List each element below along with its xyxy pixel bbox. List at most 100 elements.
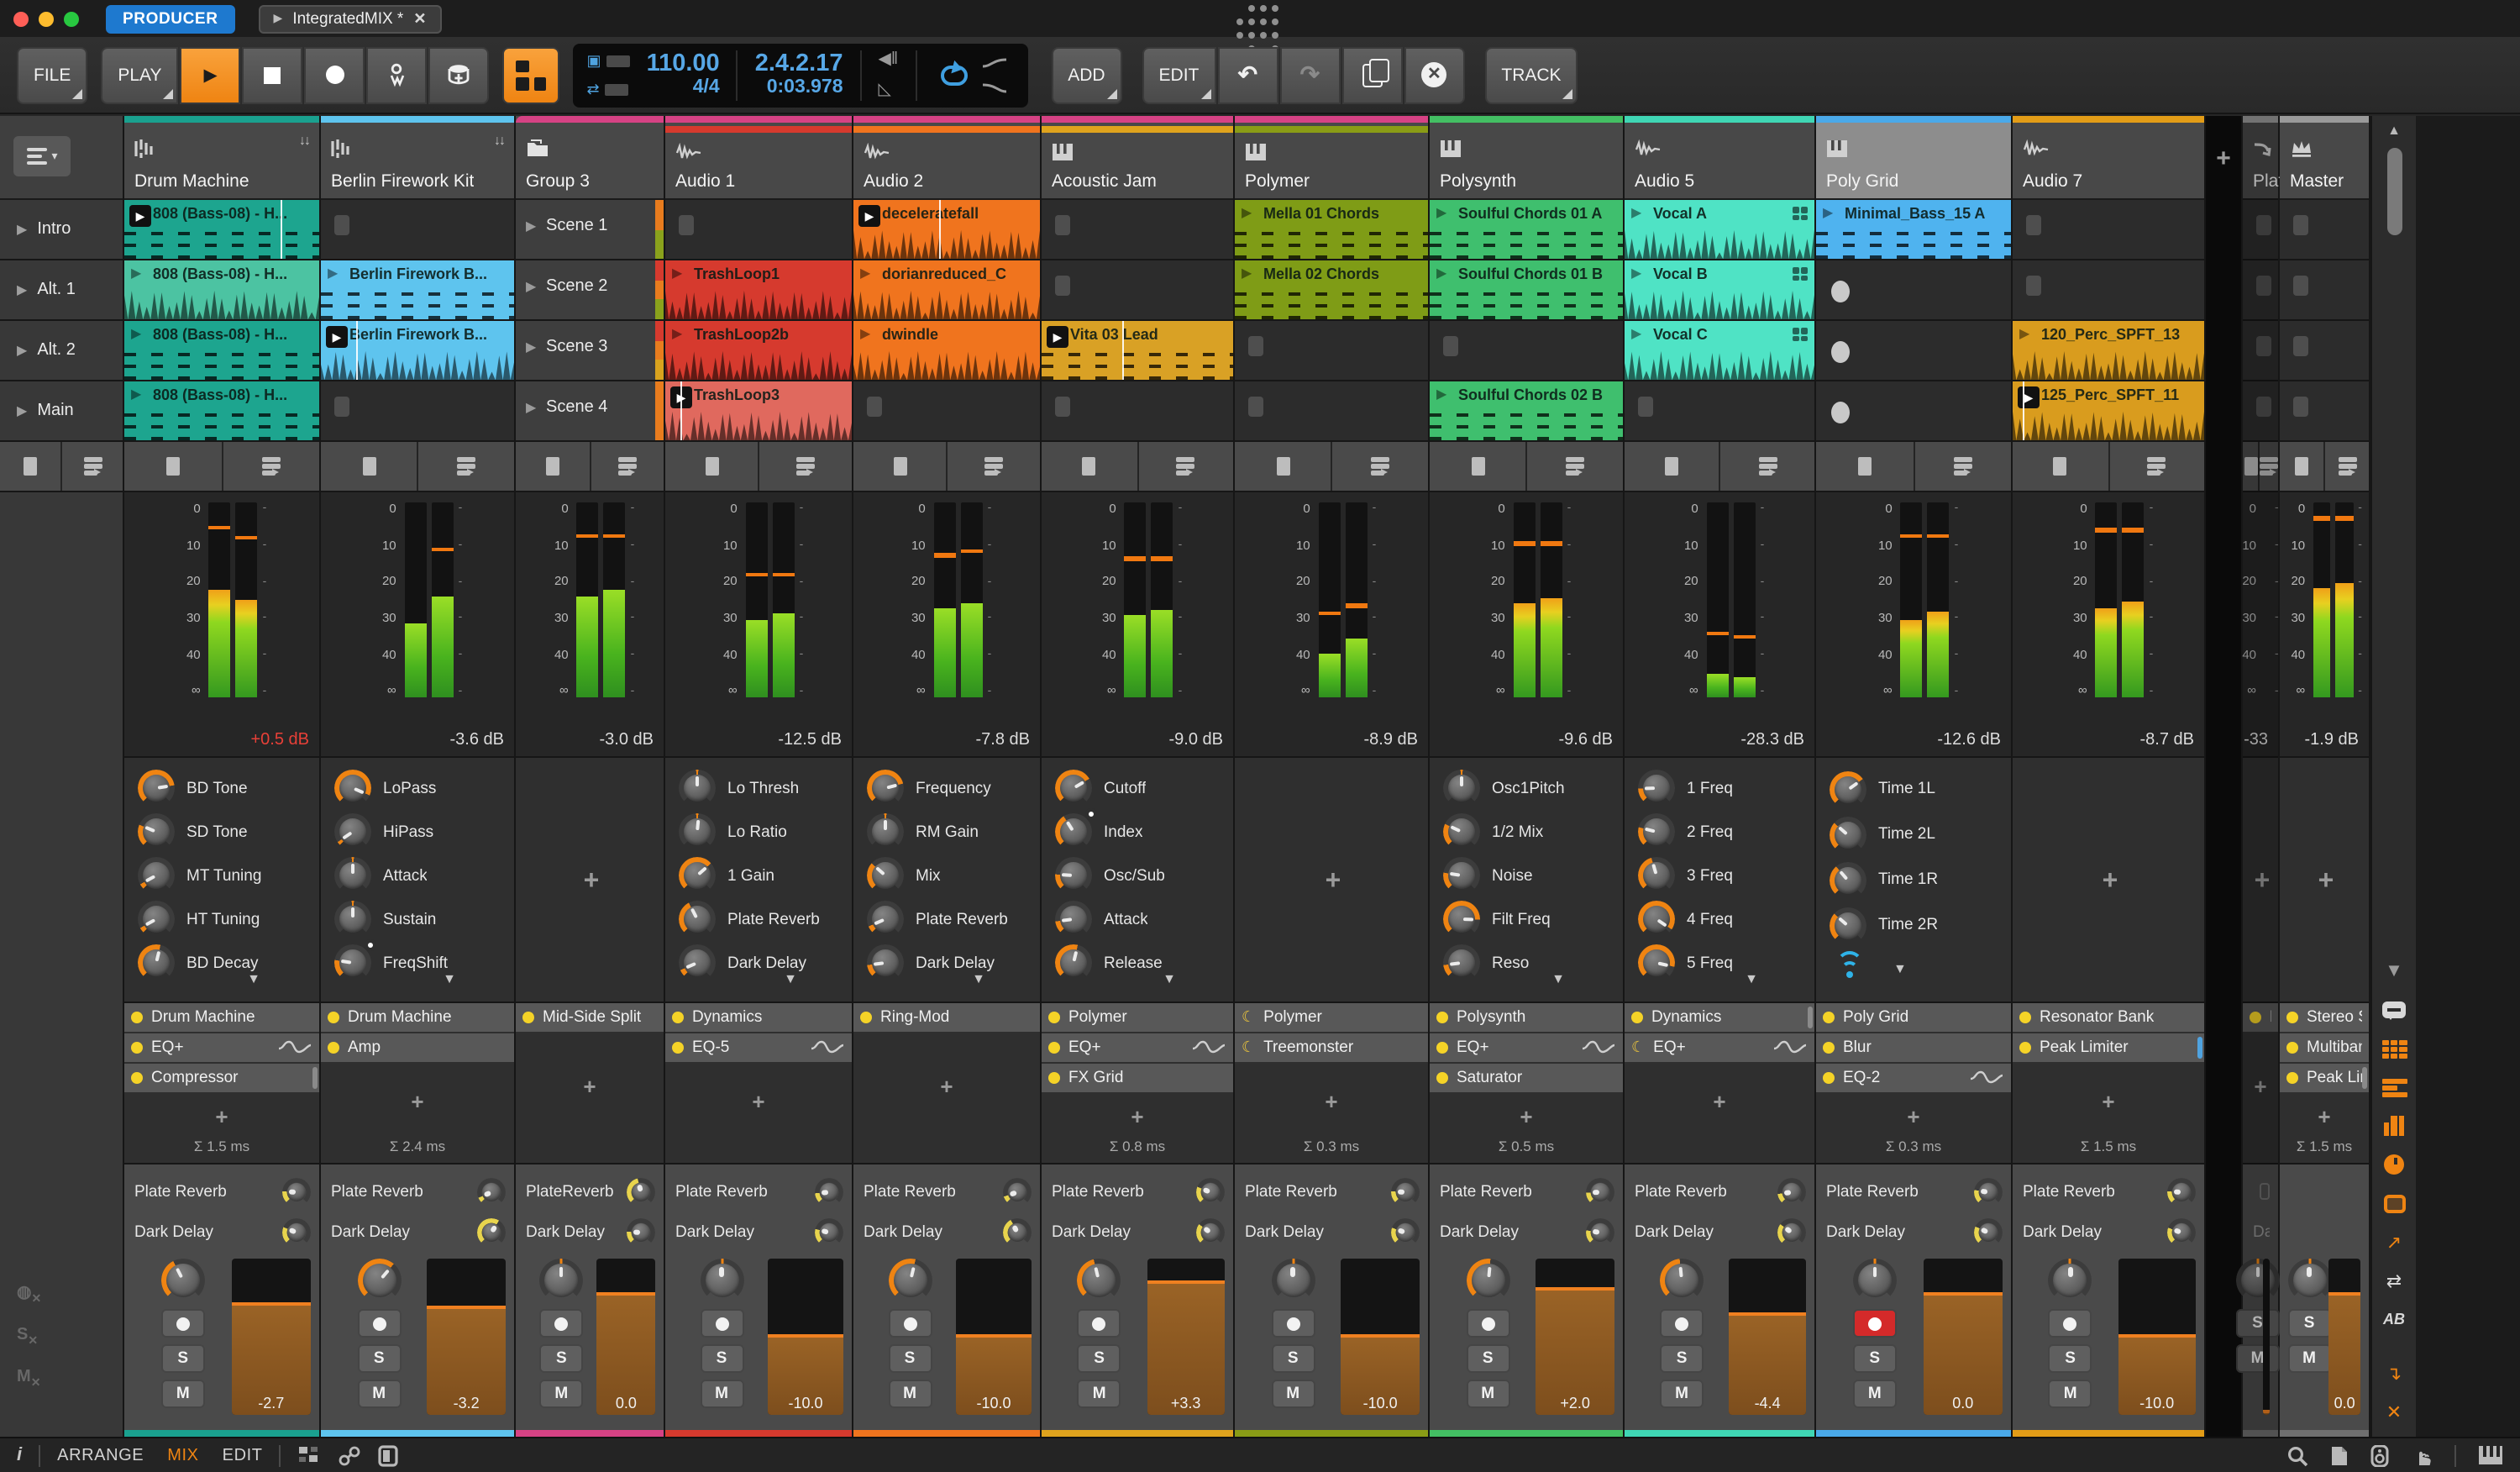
clip-clip[interactable]: ▶ Berlin Firework B... (321, 260, 514, 321)
fader-value[interactable]: -4.4 (1729, 1395, 1806, 1412)
clip-clip[interactable]: ▶ dorianreduced_C (853, 260, 1040, 321)
macro-knob-5-freq[interactable] (1638, 944, 1675, 981)
scene-play-icon[interactable]: ▶ (526, 339, 536, 355)
macro-knob-filt-freq[interactable] (1443, 901, 1480, 938)
send-knob[interactable] (1003, 1217, 1032, 1246)
scene-row-3[interactable]: ▶ Main (0, 381, 123, 442)
expand-triangle-icon[interactable]: ▼ (1745, 971, 1758, 986)
clip-slot-empty[interactable] (1430, 321, 1623, 381)
clip-clip[interactable]: ▶ 808 (Bass-08) - H... (124, 321, 319, 381)
record-button[interactable] (304, 46, 365, 103)
track-name[interactable]: Master (2290, 171, 2344, 192)
device-scrollbar[interactable] (2197, 1037, 2202, 1059)
device-on-icon[interactable] (1436, 1042, 1448, 1054)
device-scrollbar[interactable] (2362, 1067, 2367, 1089)
clip-slot-empty[interactable] (2280, 321, 2369, 381)
send-knob[interactable] (1777, 1177, 1806, 1206)
position-time[interactable]: 0:03.978 (767, 77, 843, 97)
macro-knob-release[interactable] (1055, 944, 1092, 981)
meter-db-value[interactable]: -12.6 dB (1937, 731, 2001, 749)
scene-play-icon[interactable]: ▶ (17, 282, 27, 297)
macro-knob-index[interactable] (1055, 808, 1097, 850)
clip-slot-empty[interactable] (321, 200, 514, 260)
clip-playing[interactable]: ▶ 808 (Bass-08) - H... (124, 200, 319, 260)
document-tab[interactable]: ▶ IntegratedMIX * ✕ (258, 4, 442, 33)
pan-knob[interactable] (2235, 1259, 2280, 1302)
macro-knob-sd-tone[interactable] (138, 813, 175, 850)
scene-play-icon[interactable]: ▶ (17, 403, 27, 418)
note-input-arrows[interactable]: ↓↓ (299, 133, 311, 148)
macro-knob-cutoff[interactable] (1055, 770, 1092, 807)
device-on-icon[interactable] (2019, 1012, 2031, 1023)
send-knob[interactable] (627, 1177, 655, 1206)
clip-play-icon[interactable]: ▶ (860, 265, 870, 281)
insert-arrow-icon[interactable]: ↴ (2381, 1361, 2407, 1385)
expand-triangle-icon[interactable]: ▼ (1163, 971, 1176, 986)
automation-write-button[interactable] (366, 46, 428, 103)
clip-clip[interactable]: ▶ Vocal C (1625, 321, 1814, 381)
macro-knob-4-freq[interactable] (1638, 901, 1675, 938)
device-dynamics[interactable]: Dynamics (665, 1003, 852, 1032)
track-header-audio-5[interactable]: Audio 5 (1625, 116, 1814, 200)
scene-play-icon[interactable]: ▶ (526, 218, 536, 234)
device-on-icon[interactable] (1631, 1012, 1643, 1023)
fade-in-icon[interactable] (980, 56, 1007, 68)
clip-play-icon[interactable]: ▶ (1242, 265, 1252, 281)
macro-knob-lo-ratio[interactable] (679, 813, 716, 850)
mute-button[interactable]: M (1852, 1380, 1897, 1408)
macro-knob-hipass[interactable] (334, 813, 371, 850)
clip-clip[interactable]: ▶ 808 (Bass-08) - H... (124, 381, 319, 442)
clip-slot-empty[interactable] (1042, 381, 1233, 442)
clip-play-icon[interactable]: ▶ (131, 265, 141, 281)
record-arm-button[interactable] (700, 1309, 743, 1338)
alt-launch-button[interactable] (1914, 442, 2011, 491)
send-knob[interactable] (2167, 1177, 2196, 1206)
scene-play-icon[interactable]: ▶ (17, 222, 27, 237)
fader-value[interactable]: -10.0 (1341, 1395, 1420, 1412)
clip-clip[interactable]: ▶ Soulful Chords 02 B (1430, 381, 1623, 442)
clip-playing[interactable]: ▶ deceleratefall (853, 200, 1040, 260)
device-scrollbar[interactable] (1808, 1007, 1813, 1028)
mute-button[interactable]: M (539, 1380, 584, 1408)
meter-db-value[interactable]: -9.0 dB (1169, 731, 1224, 749)
clip-slot-empty[interactable] (2013, 200, 2204, 260)
stop-clips-button[interactable] (2280, 442, 2323, 491)
mute-button[interactable]: M (1466, 1380, 1510, 1408)
track-name[interactable]: Polymer (1245, 171, 1310, 192)
expand-triangle-icon[interactable]: ▼ (247, 971, 260, 986)
solo-button[interactable]: S (1660, 1344, 1704, 1373)
alt-launch-button[interactable] (1720, 442, 1814, 491)
redo-button[interactable]: ↷ (1279, 46, 1341, 103)
clip-play-icon[interactable]: ▶ (672, 326, 682, 341)
clip-play-icon[interactable]: ▶ (860, 326, 870, 341)
device-on-icon[interactable] (1823, 1042, 1835, 1054)
panel-layout-icon[interactable] (378, 1444, 399, 1466)
add-device-button[interactable]: + (1042, 1094, 1233, 1138)
meter-db-value[interactable]: -3.6 dB (450, 731, 505, 749)
record-arm-button[interactable] (539, 1309, 584, 1338)
stop-clips-button[interactable] (1235, 442, 1331, 491)
record-arm-button[interactable] (2048, 1309, 2092, 1338)
add-device-button[interactable]: + (2013, 1064, 2204, 1138)
clip-play-icon[interactable]: ▶ (1631, 265, 1641, 281)
solo-button[interactable]: S (1271, 1344, 1315, 1373)
alt-launch-button[interactable] (591, 442, 664, 491)
macro-knob-bd-decay[interactable] (138, 944, 175, 981)
macro-knob-noise[interactable] (1443, 857, 1480, 894)
position-bars[interactable]: 2.4.2.17 (755, 50, 843, 77)
clip-clip[interactable]: ▶ 120_Perc_SPFT_13 (2013, 321, 2204, 381)
clip-clip[interactable]: ▶ dwindle (853, 321, 1040, 381)
device-peak-limiter[interactable]: Peak Limiter (2013, 1033, 2204, 1062)
device-on-icon[interactable] (328, 1042, 339, 1054)
device-on-icon[interactable] (131, 1012, 143, 1023)
clip-clip[interactable]: ▶ Mella 02 Chords (1235, 260, 1428, 321)
duplicate-button[interactable] (1341, 46, 1403, 103)
send-knob[interactable] (1777, 1217, 1806, 1246)
meter-db-value[interactable]: +0.5 dB (250, 731, 309, 749)
scroll-up-icon[interactable]: ▲ (2387, 123, 2401, 138)
fader-value[interactable]: -2.7 (232, 1395, 312, 1412)
macro-knob-rm-gain[interactable] (867, 813, 904, 850)
clip-slot-record[interactable] (1816, 321, 2011, 381)
device-ring-mod[interactable]: Ring-Mod (853, 1003, 1040, 1032)
pan-knob[interactable] (539, 1259, 584, 1302)
